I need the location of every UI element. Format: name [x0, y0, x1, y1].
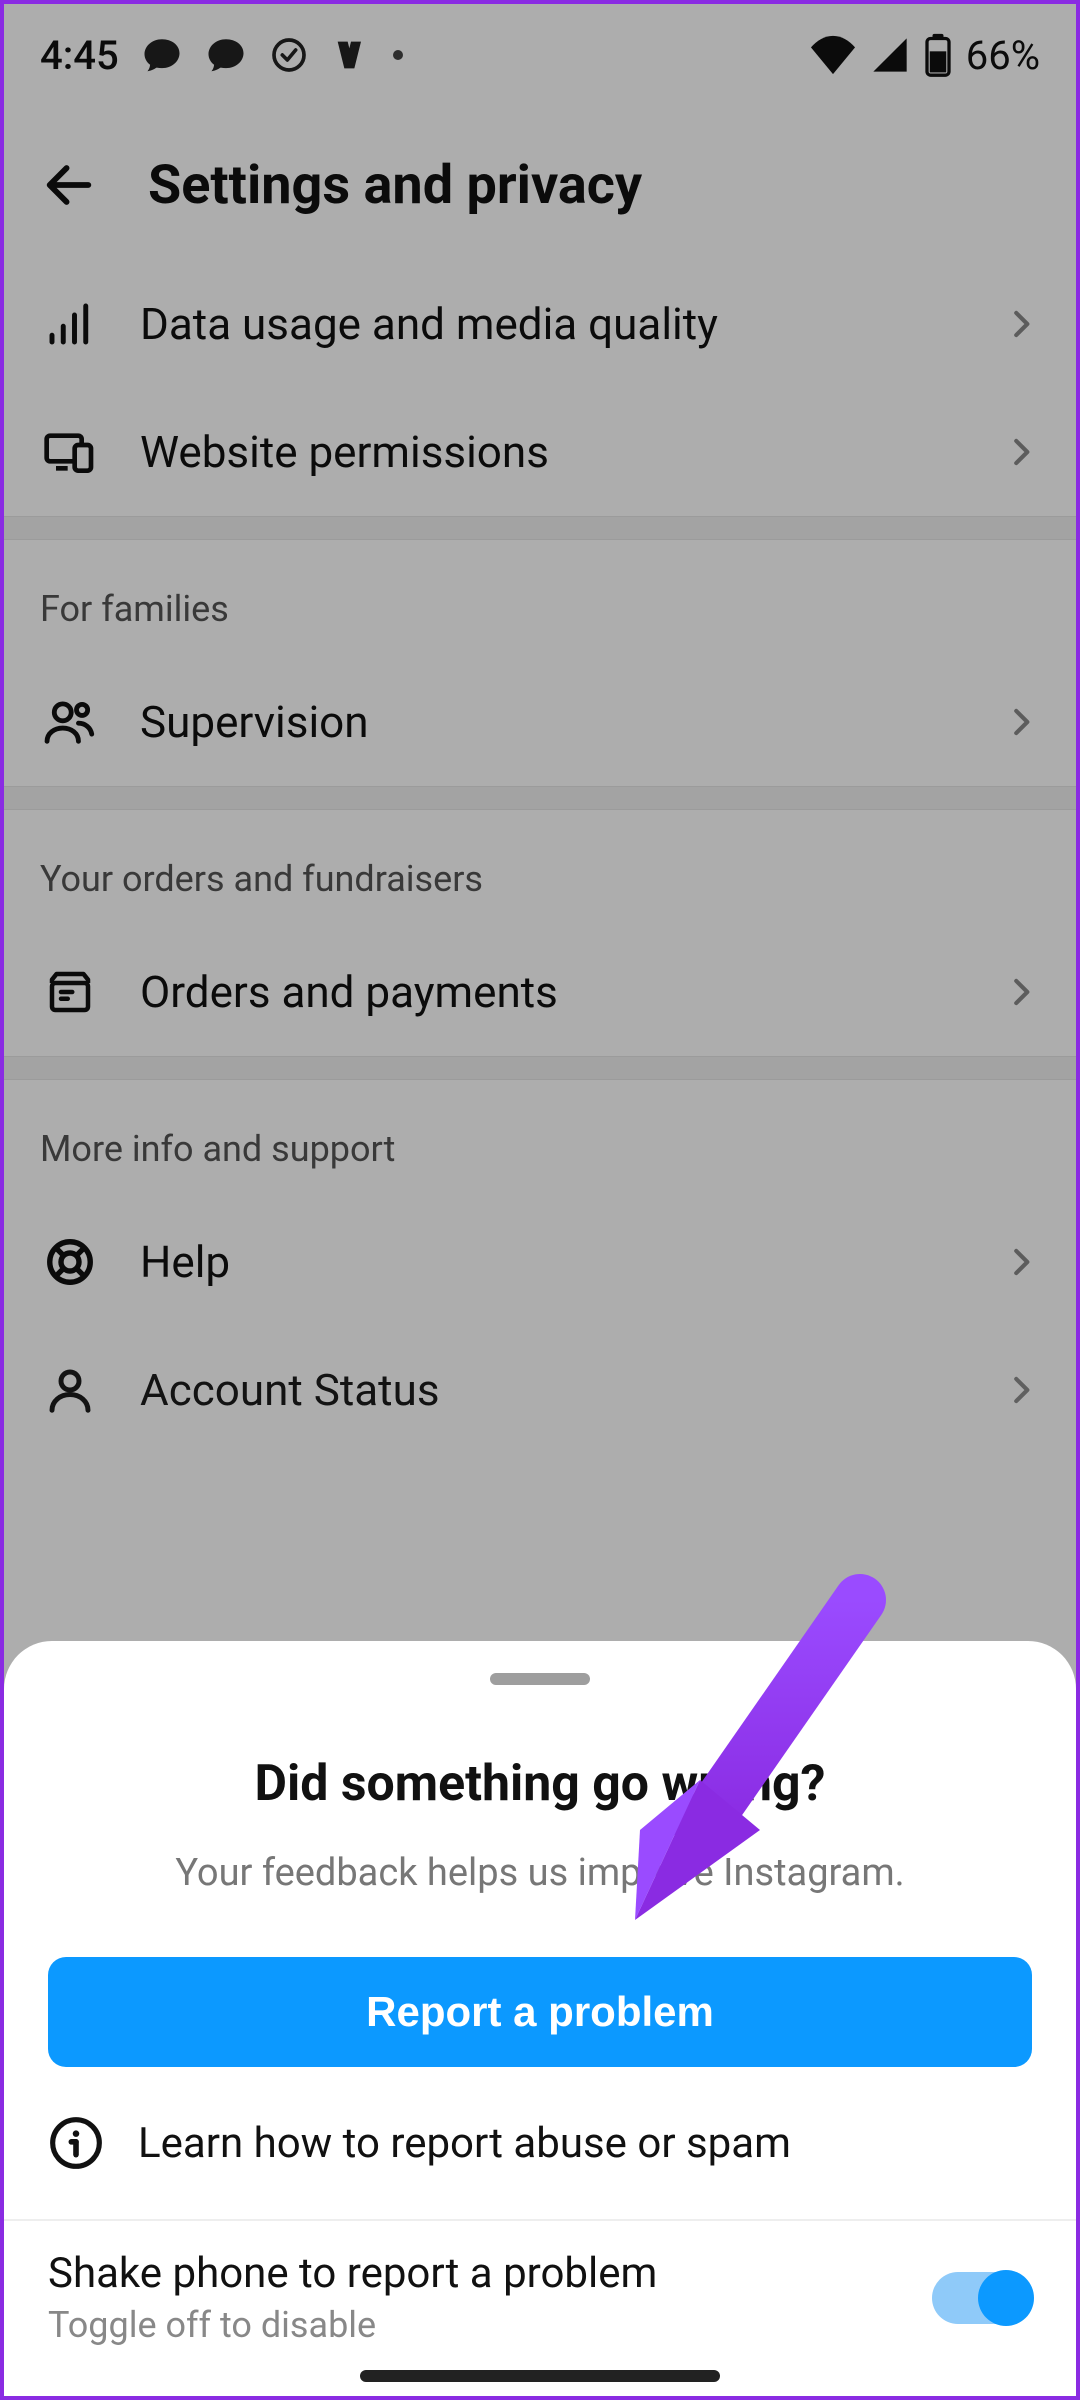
shake-toggle-switch[interactable]: [932, 2272, 1032, 2324]
learn-abuse-row[interactable]: Learn how to report abuse or spam: [4, 2067, 1076, 2219]
shake-title: Shake phone to report a problem: [48, 2249, 912, 2298]
shake-toggle-row: Shake phone to report a problem Toggle o…: [4, 2221, 1076, 2356]
drag-handle[interactable]: [490, 1673, 590, 1685]
shake-subtitle: Toggle off to disable: [48, 2304, 912, 2346]
sheet-subtitle: Your feedback helps us improve Instagram…: [44, 1851, 1036, 1895]
report-bottom-sheet: Did something go wrong? Your feedback he…: [4, 1641, 1076, 2396]
report-problem-button[interactable]: Report a problem: [48, 1957, 1032, 2067]
info-circle-icon: [48, 2115, 104, 2171]
nav-gesture-bar[interactable]: [360, 2370, 720, 2382]
sheet-title: Did something go wrong?: [4, 1755, 1076, 1813]
learn-abuse-label: Learn how to report abuse or spam: [138, 2119, 791, 2168]
